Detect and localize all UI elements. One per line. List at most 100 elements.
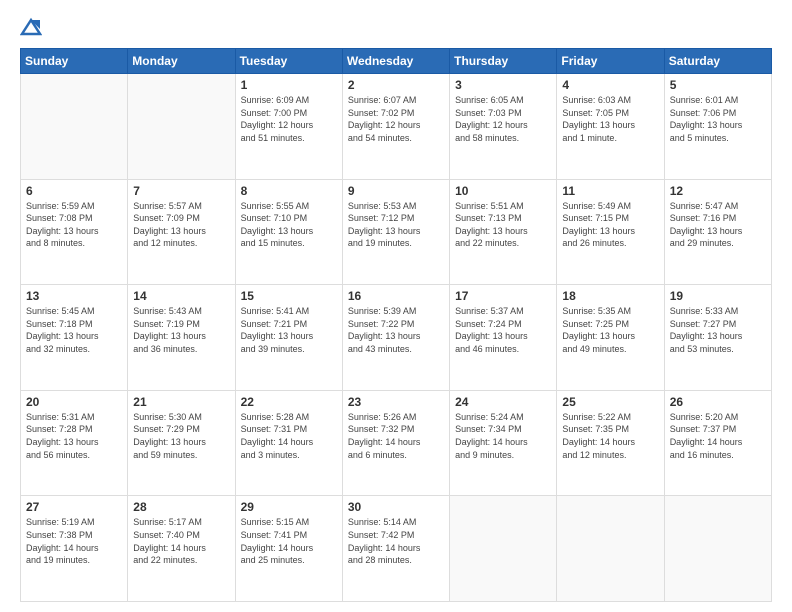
day-info: Sunrise: 5:43 AM Sunset: 7:19 PM Dayligh… bbox=[133, 305, 229, 355]
day-number: 21 bbox=[133, 395, 229, 409]
calendar-cell: 22 Sunrise: 5:28 AM Sunset: 7:31 PM Dayli… bbox=[235, 390, 342, 496]
day-info: Sunrise: 5:26 AM Sunset: 7:32 PM Dayligh… bbox=[348, 411, 444, 461]
calendar-cell: 29 Sunrise: 5:15 AM Sunset: 7:41 PM Dayli… bbox=[235, 496, 342, 602]
day-number: 26 bbox=[670, 395, 766, 409]
day-info: Sunrise: 5:30 AM Sunset: 7:29 PM Dayligh… bbox=[133, 411, 229, 461]
day-info: Sunrise: 5:28 AM Sunset: 7:31 PM Dayligh… bbox=[241, 411, 337, 461]
day-info: Sunrise: 5:20 AM Sunset: 7:37 PM Dayligh… bbox=[670, 411, 766, 461]
day-number: 25 bbox=[562, 395, 658, 409]
logo bbox=[20, 16, 44, 38]
day-number: 14 bbox=[133, 289, 229, 303]
calendar-header-thursday: Thursday bbox=[450, 49, 557, 74]
calendar-cell: 9 Sunrise: 5:53 AM Sunset: 7:12 PM Daylig… bbox=[342, 179, 449, 285]
day-number: 15 bbox=[241, 289, 337, 303]
day-info: Sunrise: 6:05 AM Sunset: 7:03 PM Dayligh… bbox=[455, 94, 551, 144]
day-number: 10 bbox=[455, 184, 551, 198]
calendar-cell: 4 Sunrise: 6:03 AM Sunset: 7:05 PM Daylig… bbox=[557, 74, 664, 180]
day-number: 23 bbox=[348, 395, 444, 409]
calendar-cell: 7Sunrise: 5:57 AM Sunset: 7:09 PM Daylig… bbox=[128, 179, 235, 285]
calendar-cell: 11 Sunrise: 5:49 AM Sunset: 7:15 PM Dayli… bbox=[557, 179, 664, 285]
day-number: 1 bbox=[241, 78, 337, 92]
calendar-table: SundayMondayTuesdayWednesdayThursdayFrid… bbox=[20, 48, 772, 602]
calendar-cell: 6 Sunrise: 5:59 AM Sunset: 7:08 PM Daylig… bbox=[21, 179, 128, 285]
day-number: 13 bbox=[26, 289, 122, 303]
week-row-5: 27 Sunrise: 5:19 AM Sunset: 7:38 PM Dayli… bbox=[21, 496, 772, 602]
day-number: 19 bbox=[670, 289, 766, 303]
calendar-cell: 21 Sunrise: 5:30 AM Sunset: 7:29 PM Dayli… bbox=[128, 390, 235, 496]
week-row-1: 1 Sunrise: 6:09 AM Sunset: 7:00 PM Daylig… bbox=[21, 74, 772, 180]
calendar-cell: 23 Sunrise: 5:26 AM Sunset: 7:32 PM Dayli… bbox=[342, 390, 449, 496]
day-number: 30 bbox=[348, 500, 444, 514]
calendar-cell: 28 Sunrise: 5:17 AM Sunset: 7:40 PM Dayli… bbox=[128, 496, 235, 602]
calendar-cell: 13 Sunrise: 5:45 AM Sunset: 7:18 PM Dayli… bbox=[21, 285, 128, 391]
week-row-4: 20Sunrise: 5:31 AM Sunset: 7:28 PM Dayli… bbox=[21, 390, 772, 496]
day-number: 24 bbox=[455, 395, 551, 409]
day-info: Sunrise: 6:01 AM Sunset: 7:06 PM Dayligh… bbox=[670, 94, 766, 144]
day-number: 12 bbox=[670, 184, 766, 198]
day-info: Sunrise: 5:59 AM Sunset: 7:08 PM Dayligh… bbox=[26, 200, 122, 250]
day-info: Sunrise: 5:22 AM Sunset: 7:35 PM Dayligh… bbox=[562, 411, 658, 461]
day-info: Sunrise: 6:09 AM Sunset: 7:00 PM Dayligh… bbox=[241, 94, 337, 144]
day-number: 29 bbox=[241, 500, 337, 514]
day-number: 18 bbox=[562, 289, 658, 303]
page: SundayMondayTuesdayWednesdayThursdayFrid… bbox=[0, 0, 792, 612]
day-number: 16 bbox=[348, 289, 444, 303]
day-info: Sunrise: 5:57 AM Sunset: 7:09 PM Dayligh… bbox=[133, 200, 229, 250]
calendar-header-saturday: Saturday bbox=[664, 49, 771, 74]
calendar-cell: 10 Sunrise: 5:51 AM Sunset: 7:13 PM Dayli… bbox=[450, 179, 557, 285]
day-info: Sunrise: 6:07 AM Sunset: 7:02 PM Dayligh… bbox=[348, 94, 444, 144]
day-number: 8 bbox=[241, 184, 337, 198]
day-info: Sunrise: 5:15 AM Sunset: 7:41 PM Dayligh… bbox=[241, 516, 337, 566]
day-number: 9 bbox=[348, 184, 444, 198]
calendar-cell bbox=[450, 496, 557, 602]
calendar-header-friday: Friday bbox=[557, 49, 664, 74]
day-info: Sunrise: 5:35 AM Sunset: 7:25 PM Dayligh… bbox=[562, 305, 658, 355]
calendar-cell: 30 Sunrise: 5:14 AM Sunset: 7:42 PM Dayli… bbox=[342, 496, 449, 602]
day-number: 2 bbox=[348, 78, 444, 92]
calendar-cell: 24 Sunrise: 5:24 AM Sunset: 7:34 PM Dayli… bbox=[450, 390, 557, 496]
calendar-cell: 14 Sunrise: 5:43 AM Sunset: 7:19 PM Dayli… bbox=[128, 285, 235, 391]
day-number: 6 bbox=[26, 184, 122, 198]
day-number: 4 bbox=[562, 78, 658, 92]
calendar-cell: 25 Sunrise: 5:22 AM Sunset: 7:35 PM Dayli… bbox=[557, 390, 664, 496]
day-info: Sunrise: 5:45 AM Sunset: 7:18 PM Dayligh… bbox=[26, 305, 122, 355]
week-row-3: 13 Sunrise: 5:45 AM Sunset: 7:18 PM Dayli… bbox=[21, 285, 772, 391]
day-number: 17 bbox=[455, 289, 551, 303]
day-number: 22 bbox=[241, 395, 337, 409]
calendar-header-row: SundayMondayTuesdayWednesdayThursdayFrid… bbox=[21, 49, 772, 74]
calendar-header-wednesday: Wednesday bbox=[342, 49, 449, 74]
calendar-cell: 18 Sunrise: 5:35 AM Sunset: 7:25 PM Dayli… bbox=[557, 285, 664, 391]
calendar-cell: 27 Sunrise: 5:19 AM Sunset: 7:38 PM Dayli… bbox=[21, 496, 128, 602]
day-info: Sunrise: 5:14 AM Sunset: 7:42 PM Dayligh… bbox=[348, 516, 444, 566]
calendar-cell: 1 Sunrise: 6:09 AM Sunset: 7:00 PM Daylig… bbox=[235, 74, 342, 180]
day-info: Sunrise: 5:17 AM Sunset: 7:40 PM Dayligh… bbox=[133, 516, 229, 566]
day-info: Sunrise: 5:24 AM Sunset: 7:34 PM Dayligh… bbox=[455, 411, 551, 461]
day-info: Sunrise: 5:51 AM Sunset: 7:13 PM Dayligh… bbox=[455, 200, 551, 250]
calendar-header-sunday: Sunday bbox=[21, 49, 128, 74]
day-info: Sunrise: 5:39 AM Sunset: 7:22 PM Dayligh… bbox=[348, 305, 444, 355]
day-info: Sunrise: 5:55 AM Sunset: 7:10 PM Dayligh… bbox=[241, 200, 337, 250]
day-info: Sunrise: 6:03 AM Sunset: 7:05 PM Dayligh… bbox=[562, 94, 658, 144]
calendar-cell: 12Sunrise: 5:47 AM Sunset: 7:16 PM Dayli… bbox=[664, 179, 771, 285]
logo-icon bbox=[20, 16, 42, 38]
day-info: Sunrise: 5:49 AM Sunset: 7:15 PM Dayligh… bbox=[562, 200, 658, 250]
calendar-cell: 15Sunrise: 5:41 AM Sunset: 7:21 PM Dayli… bbox=[235, 285, 342, 391]
calendar-cell bbox=[21, 74, 128, 180]
day-info: Sunrise: 5:53 AM Sunset: 7:12 PM Dayligh… bbox=[348, 200, 444, 250]
day-info: Sunrise: 5:37 AM Sunset: 7:24 PM Dayligh… bbox=[455, 305, 551, 355]
calendar-cell: 16 Sunrise: 5:39 AM Sunset: 7:22 PM Dayli… bbox=[342, 285, 449, 391]
calendar-cell: 20Sunrise: 5:31 AM Sunset: 7:28 PM Dayli… bbox=[21, 390, 128, 496]
day-info: Sunrise: 5:31 AM Sunset: 7:28 PM Dayligh… bbox=[26, 411, 122, 461]
week-row-2: 6 Sunrise: 5:59 AM Sunset: 7:08 PM Daylig… bbox=[21, 179, 772, 285]
calendar-cell bbox=[557, 496, 664, 602]
calendar-cell: 26 Sunrise: 5:20 AM Sunset: 7:37 PM Dayli… bbox=[664, 390, 771, 496]
day-number: 28 bbox=[133, 500, 229, 514]
calendar-header-tuesday: Tuesday bbox=[235, 49, 342, 74]
day-number: 11 bbox=[562, 184, 658, 198]
day-number: 27 bbox=[26, 500, 122, 514]
calendar-cell: 2 Sunrise: 6:07 AM Sunset: 7:02 PM Daylig… bbox=[342, 74, 449, 180]
header bbox=[20, 16, 772, 38]
calendar-cell bbox=[664, 496, 771, 602]
calendar-header-monday: Monday bbox=[128, 49, 235, 74]
day-info: Sunrise: 5:19 AM Sunset: 7:38 PM Dayligh… bbox=[26, 516, 122, 566]
